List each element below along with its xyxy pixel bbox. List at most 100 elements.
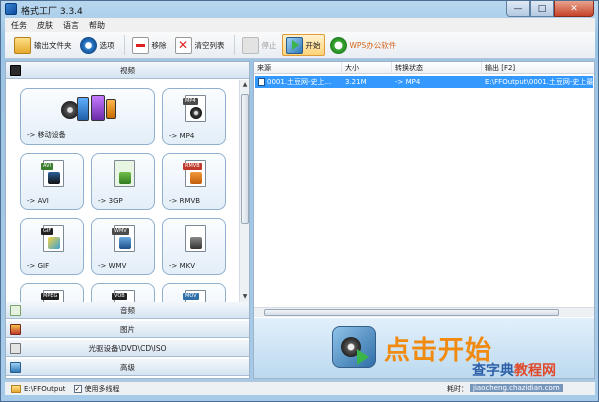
- category-disc-header[interactable]: 光驱设备\DVD\CD\ISO: [6, 340, 249, 357]
- options-button[interactable]: 选项: [77, 34, 118, 56]
- watermark-title-b: 教程网: [514, 363, 556, 379]
- tile-wmv[interactable]: WMV -> WMV: [91, 218, 155, 275]
- tile-3gp[interactable]: -> 3GP: [91, 153, 155, 210]
- table-row[interactable]: 0001.土豆网-史上... 3.21M -> MP4 E:\FFOutput\…: [255, 76, 593, 88]
- tile-mkv-label: -> MKV: [169, 262, 196, 270]
- clear-list-icon: ✕: [174, 36, 192, 54]
- menu-item-task[interactable]: 任务: [11, 20, 27, 31]
- title-bar: 格式工厂 3.3.4 — □ ✕: [1, 1, 598, 18]
- menu-item-skin[interactable]: 皮肤: [37, 20, 53, 31]
- column-size[interactable]: 大小: [342, 62, 392, 74]
- file-icon: [258, 78, 265, 86]
- tile-gif-label: -> GIF: [27, 262, 50, 270]
- tile-mkv[interactable]: -> MKV: [162, 218, 226, 275]
- tile-avi[interactable]: AVI -> AVI: [20, 153, 84, 210]
- row-source-cell: 0001.土豆网-史上...: [255, 76, 342, 88]
- remove-button[interactable]: 移除: [129, 34, 170, 56]
- advanced-tools-icon: [10, 362, 21, 373]
- vob-tag: VOB: [112, 293, 127, 300]
- start-icon: [285, 36, 303, 54]
- tile-mpeg[interactable]: MPEG: [20, 283, 84, 302]
- menu-bar: 任务 皮肤 语言 帮助: [5, 18, 595, 32]
- 3gp-file-icon: [114, 160, 135, 187]
- row-output-cell: E:\FFOutput\0001.土豆网-史上最: [485, 78, 593, 86]
- tile-mobile-device[interactable]: -> 移动设备: [20, 88, 155, 145]
- tile-rmvb[interactable]: RMVB -> RMVB: [162, 153, 226, 210]
- stop-label: 停止: [261, 40, 277, 50]
- category-advanced-header[interactable]: 高级: [6, 359, 249, 376]
- minimize-button[interactable]: —: [506, 1, 530, 17]
- category-audio-label: 音频: [120, 305, 135, 315]
- rmvb-file-icon: RMVB: [183, 160, 206, 187]
- tile-3gp-label: -> 3GP: [98, 197, 123, 205]
- category-audio-header[interactable]: 音频: [6, 302, 249, 319]
- wps-logo-icon: [329, 36, 347, 54]
- rmvb-tag: RMVB: [183, 163, 202, 170]
- scroll-up-arrow-icon[interactable]: ▲: [240, 80, 250, 90]
- tile-rmvb-label: -> RMVB: [169, 197, 201, 205]
- row-status-cell: -> MP4: [395, 78, 421, 86]
- video-icon: [10, 65, 21, 76]
- category-video-label: 视频: [120, 65, 135, 75]
- menu-item-help[interactable]: 帮助: [89, 20, 105, 31]
- stop-button[interactable]: 停止: [239, 34, 280, 56]
- gif-file-icon: GIF: [41, 225, 64, 252]
- picture-icon: [10, 324, 21, 335]
- category-video-header[interactable]: 视频: [6, 62, 249, 79]
- scrollbar-thumb[interactable]: [241, 94, 249, 224]
- tile-gif[interactable]: GIF -> GIF: [20, 218, 84, 275]
- row-size-cell: 3.21M: [345, 78, 367, 86]
- wmv-tag: WMV: [112, 228, 129, 235]
- remove-label: 移除: [151, 40, 167, 50]
- watermark-title: 查字典教程网: [472, 360, 556, 380]
- start-button[interactable]: 开始: [281, 34, 325, 56]
- output-folder-status-icon[interactable]: [11, 384, 21, 393]
- gear-icon: [79, 36, 97, 54]
- column-status[interactable]: 转换状态: [392, 62, 482, 74]
- mp4-file-icon: MP4: [183, 95, 206, 122]
- tile-vob[interactable]: VOB: [91, 283, 155, 302]
- elapsed-time: 耗时：: [447, 385, 468, 393]
- scroll-down-arrow-icon[interactable]: ▼: [240, 292, 250, 302]
- column-output[interactable]: 输出 [F2]: [482, 62, 594, 74]
- output-folder-button[interactable]: 输出文件夹: [11, 34, 75, 56]
- category-disc-label: 光驱设备\DVD\CD\ISO: [88, 343, 167, 353]
- category-picture-header[interactable]: 图片: [6, 321, 249, 338]
- window-title: 格式工厂 3.3.4: [21, 7, 83, 17]
- clear-list-button[interactable]: ✕ 清空列表: [172, 34, 228, 56]
- task-list-panel: 来源 大小 转换状态 输出 [F2] 0001.土豆网-史上... 3.21M …: [253, 61, 595, 379]
- mp4-tag: MP4: [183, 98, 198, 105]
- tile-grid-scrollbar[interactable]: ▲ ▼: [239, 80, 249, 302]
- category-picture-label: 图片: [120, 324, 135, 334]
- app-window: 格式工厂 3.3.4 — □ ✕ 任务 皮肤 语言 帮助 输出文件夹 选项 移除…: [0, 0, 599, 402]
- row-source-text: 0001.土豆网-史上...: [267, 78, 332, 86]
- mov-file-icon: MOV: [183, 290, 206, 302]
- tile-mov[interactable]: MOV: [162, 283, 226, 302]
- output-path: E:\FFOutput: [24, 384, 66, 393]
- toolbar: 输出文件夹 选项 移除 ✕ 清空列表 停止 开始 WPS办公软件: [5, 32, 595, 59]
- music-note-icon: [10, 305, 21, 316]
- avi-tag: AVI: [41, 163, 53, 170]
- menu-item-language[interactable]: 语言: [63, 20, 79, 31]
- multithread-checkbox[interactable]: ✓: [73, 384, 82, 393]
- watermark: 查字典教程网 jiaocheng.chazidian.com: [470, 360, 598, 400]
- gif-tag: GIF: [41, 228, 54, 235]
- maximize-button[interactable]: □: [530, 1, 554, 17]
- close-button[interactable]: ✕: [554, 1, 594, 17]
- tile-mp4[interactable]: MP4 -> MP4: [162, 88, 226, 145]
- task-table-header: 来源 大小 转换状态 输出 [F2]: [254, 62, 594, 74]
- category-panel: 视频 -> 移动设备 MP4 -> MP4 AVI -> AVI -> 3GP …: [5, 61, 250, 379]
- mobile-device-icon: [61, 95, 117, 125]
- folder-icon: [14, 36, 31, 54]
- start-label: 开始: [305, 40, 321, 50]
- start-conversion-icon: [332, 326, 376, 368]
- stop-icon: [241, 36, 259, 54]
- scrollbar-thumb[interactable]: [264, 309, 559, 316]
- wps-office-button[interactable]: WPS办公软件: [327, 34, 400, 56]
- watermark-title-a: 查字典: [472, 363, 514, 379]
- column-source[interactable]: 来源: [254, 62, 342, 74]
- table-horizontal-scrollbar[interactable]: [254, 307, 594, 317]
- remove-icon: [131, 36, 149, 54]
- toolbar-divider: [123, 35, 125, 55]
- tile-wmv-label: -> WMV: [98, 262, 127, 270]
